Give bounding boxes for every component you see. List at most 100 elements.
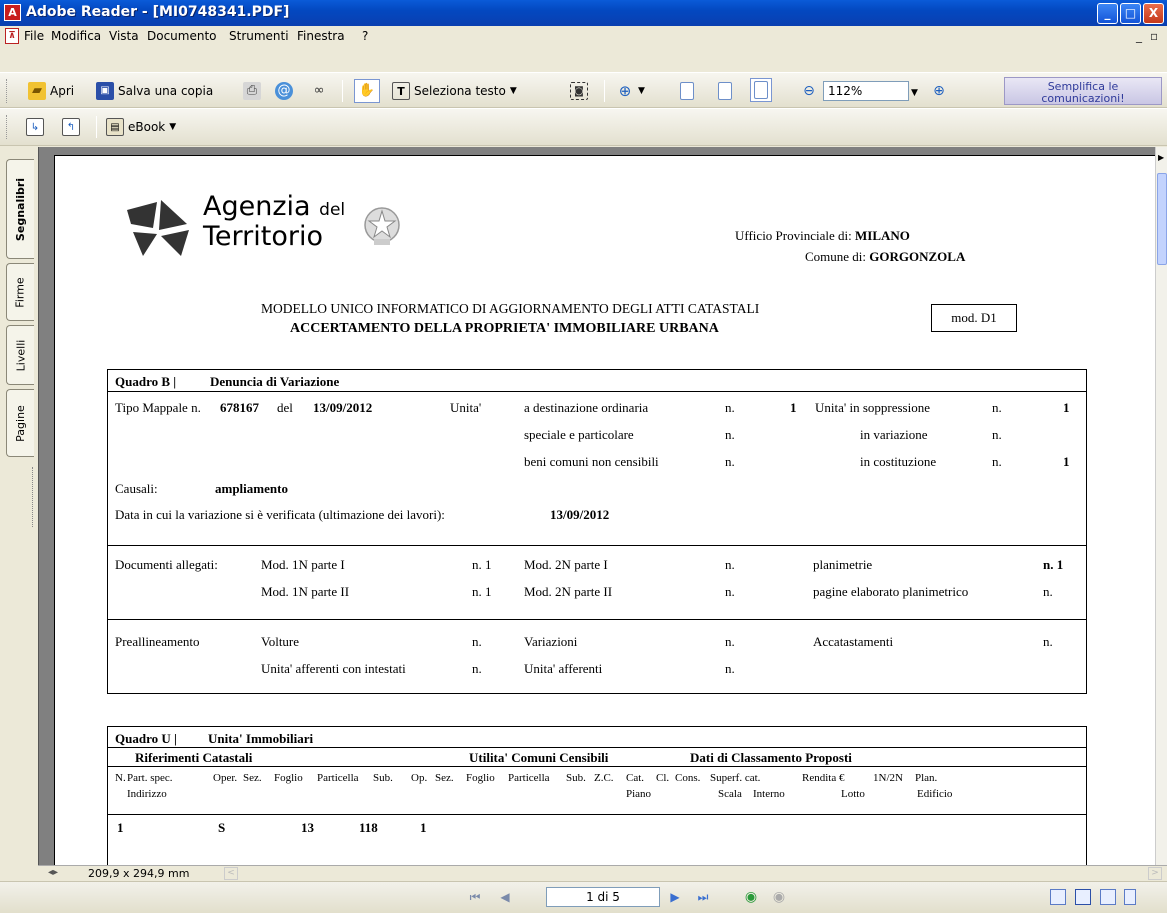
continuous-facing-view-icon[interactable] [1124, 889, 1136, 905]
save-copy-button[interactable]: ▣ Salva una copia [96, 79, 213, 103]
zoom-value: 112% [828, 84, 863, 98]
split-handle-icon[interactable]: ◂▸ [48, 867, 58, 878]
n-label: n. [725, 661, 735, 676]
printer-icon: ⎙ [243, 82, 261, 100]
snapshot-button[interactable]: ◙ [570, 79, 588, 103]
menu-help[interactable]: ? [362, 29, 368, 43]
create-pdf-button[interactable]: ↳ [26, 115, 44, 139]
previous-page-icon[interactable]: ◀ [496, 888, 514, 906]
go-forward-icon[interactable]: ◉ [770, 888, 788, 906]
search-button[interactable]: ∞ [310, 79, 328, 103]
col-foglio-2: Foglio [466, 772, 495, 784]
page-icon [680, 82, 694, 100]
tab-segnalibri-label: Segnalibri [14, 177, 27, 241]
select-text-button[interactable]: T Seleziona testo ▼ [392, 79, 517, 103]
tab-segnalibri[interactable]: Segnalibri [6, 159, 34, 259]
toolbar-grip[interactable] [6, 79, 9, 103]
document-viewport[interactable]: Agenzia del Territorio Ufficio Provincia… [38, 147, 1155, 865]
secondary-toolbar: ↳ ↰ ▤ eBook ▼ [0, 108, 1167, 146]
n-label: n. [725, 584, 735, 599]
email-globe-icon: @ [275, 82, 293, 100]
last-page-icon[interactable]: ⏭ [694, 888, 712, 906]
planimetrie-label: planimetrie [813, 557, 873, 572]
first-page-icon[interactable]: ⏮ [466, 888, 484, 906]
toolbar-separator [342, 80, 343, 102]
folder-icon: ▰ [28, 82, 46, 100]
close-button[interactable]: X [1143, 3, 1164, 24]
col-sez: Sez. [243, 772, 262, 784]
republic-emblem-icon [364, 207, 400, 245]
mod2n-p2: Mod. 2N parte II [524, 584, 613, 599]
doc-restore-button[interactable]: ▫ [1150, 29, 1158, 43]
n-label: n. [472, 634, 482, 649]
magnifier-icon: ⊕ [618, 82, 632, 100]
minimize-button[interactable]: _ [1097, 3, 1118, 24]
zoom-in-button[interactable]: ⊕ [930, 79, 948, 103]
facing-view-icon[interactable] [1100, 889, 1116, 905]
fit-width-button[interactable] [750, 78, 772, 102]
model-code-box: mod. D1 [931, 304, 1017, 332]
agency-name-1: Agenzia [203, 191, 311, 222]
menu-documento[interactable]: Documento [147, 29, 217, 43]
data-variazione-label: Data in cui la variazione si è verificat… [115, 507, 445, 522]
divider [107, 391, 1087, 392]
accatastamenti-label: Accatastamenti [813, 634, 894, 649]
variazione-label: in variazione [860, 427, 928, 442]
comune-value: GORGONZOLA [869, 249, 966, 264]
save-copy-label: Salva una copia [118, 84, 214, 98]
tab-pagine[interactable]: Pagine [6, 389, 34, 457]
review-button[interactable]: ↰ [62, 115, 80, 139]
quadro-b-frame [107, 369, 1087, 694]
window-title: Adobe Reader - [MI0748341.PDF] [26, 4, 290, 20]
triangle-right-icon[interactable]: ▶ [1158, 153, 1164, 162]
actual-size-button[interactable] [680, 79, 694, 103]
scroll-right-button[interactable]: > [1148, 867, 1162, 880]
go-back-icon[interactable]: ◉ [742, 888, 760, 906]
tab-pagine-label: Pagine [14, 404, 28, 442]
tab-livelli[interactable]: Livelli [6, 325, 34, 385]
col-cons: Cons. [675, 772, 701, 784]
menu-file[interactable]: File [24, 29, 44, 43]
page-number-input[interactable]: 1 di 5 [546, 887, 660, 907]
maximize-button[interactable]: □ [1120, 3, 1141, 24]
next-page-icon[interactable]: ▶ [666, 888, 684, 906]
quadro-u-code: Quadro U | [115, 731, 177, 746]
plus-circle-icon: ⊕ [933, 83, 945, 99]
n-label: n. [725, 634, 735, 649]
del-value: 13/09/2012 [313, 400, 373, 415]
tab-firme[interactable]: Firme [6, 263, 34, 321]
zoom-out-button[interactable]: ⊖ [800, 79, 818, 103]
planimetrie-value: n. 1 [1043, 557, 1064, 572]
scroll-thumb[interactable] [1157, 173, 1167, 265]
vertical-scrollbar[interactable]: ▶ [1155, 147, 1167, 865]
menu-strumenti[interactable]: Strumenti [229, 29, 289, 43]
single-page-view-icon[interactable] [1050, 889, 1066, 905]
menu-modifica[interactable]: Modifica [51, 29, 101, 43]
menu-finestra[interactable]: Finestra [297, 29, 345, 43]
email-button[interactable]: @ [275, 79, 293, 103]
n-label: n. [725, 454, 735, 469]
hand-tool-button[interactable]: ✋ [354, 79, 380, 103]
continuous-view-icon[interactable] [1075, 889, 1091, 905]
doc-minimize-button[interactable]: _ [1136, 29, 1142, 43]
panel-splitter[interactable] [32, 467, 36, 527]
document-menu-icon[interactable]: ⊼ [5, 28, 19, 44]
zoom-input[interactable]: 112% [823, 81, 909, 101]
scroll-left-button[interactable]: < [224, 867, 238, 880]
open-button[interactable]: ▰ Apri [28, 79, 74, 103]
zoom-dropdown-chevron-icon[interactable]: ▼ [911, 88, 918, 98]
fit-page-button[interactable] [718, 79, 732, 103]
riferimenti-header: Riferimenti Catastali [135, 750, 253, 765]
menu-vista[interactable]: Vista [109, 29, 139, 43]
promo-button[interactable]: Semplifica le comunicazioni! [1004, 77, 1162, 105]
model-title: MODELLO UNICO INFORMATICO DI AGGIORNAMEN… [261, 301, 760, 316]
print-button[interactable]: ⎙ [243, 79, 261, 103]
col-indirizzo: Indirizzo [127, 788, 167, 800]
tipo-mappale-label: Tipo Mappale n. [115, 400, 201, 415]
zoom-in-tool-button[interactable]: ⊕ ▼ [616, 79, 645, 103]
divider [107, 766, 1087, 767]
mod1n-p2-count: n. 1 [472, 584, 492, 599]
comune-label: Comune di: [805, 249, 867, 264]
ebook-button[interactable]: ▤ eBook ▼ [106, 115, 176, 139]
toolbar-grip[interactable] [6, 115, 9, 139]
